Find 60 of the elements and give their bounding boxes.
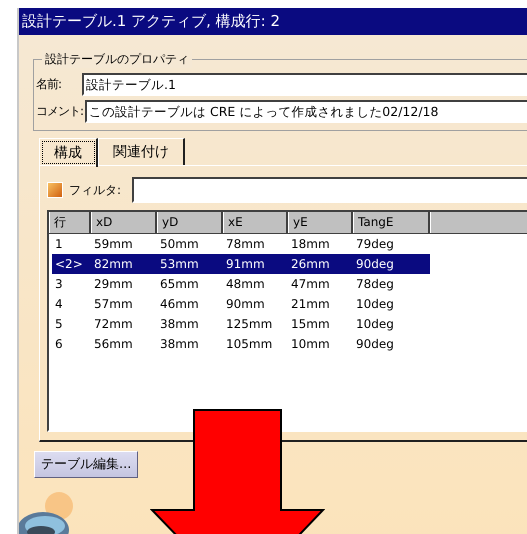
table-row[interactable]: 5 72mm 38mm 125mm 15mm 10deg <box>52 314 430 334</box>
table-cell-text: 6 <box>54 336 64 353</box>
table-row[interactable]: 4 57mm 46mm 90mm 21mm 10deg <box>52 294 430 314</box>
table-cell-text: 4 <box>54 296 64 313</box>
comment-field[interactable]: この設計テーブルは CRE によって作成されました02/12/18 <box>85 100 527 122</box>
table-cell-text: 90mm <box>225 296 266 313</box>
table-cell-text: 57mm <box>93 296 134 313</box>
window-title: 設計テーブル.1 アクティブ, 構成行: 2 <box>19 8 527 35</box>
table-cell-text: 10mm <box>290 336 331 353</box>
column-header[interactable]: xD <box>91 212 157 233</box>
table-cell-text: 26mm <box>290 256 331 273</box>
table-cell-text: 15mm <box>290 316 331 333</box>
table-cell-text: 78deg <box>355 276 395 293</box>
group-legend: 設計テーブルのプロパティ <box>42 50 192 68</box>
name-field[interactable]: 設計テーブル.1 <box>82 72 527 96</box>
table-cell-text: 38mm <box>159 316 200 333</box>
table-cell-text: 59mm <box>93 236 134 253</box>
filter-checkbox[interactable] <box>47 182 63 198</box>
table-cell-text: 38mm <box>159 336 200 353</box>
table-cell-text: 72mm <box>93 316 134 333</box>
column-header[interactable]: 行 <box>49 212 91 233</box>
table-cell-text: 82mm <box>93 256 134 273</box>
table-cell-text: 50mm <box>159 236 200 253</box>
column-header[interactable]: TangE <box>353 212 430 233</box>
table-cell-text: 105mm <box>225 336 274 353</box>
table-cell-text: 91mm <box>225 256 266 273</box>
table-row[interactable]: 1 59mm 50mm 78mm 18mm 79deg <box>52 234 430 254</box>
table-cell-text: 46mm <box>159 296 200 313</box>
table-cell-text: 90deg <box>355 336 395 353</box>
table-row[interactable]: 6 56mm 38mm 105mm 10mm 90deg <box>52 334 430 354</box>
table-row[interactable]: 3 29mm 65mm 48mm 47mm 78deg <box>52 274 430 294</box>
table-cell-text: 90deg <box>355 256 395 273</box>
table-cell-text: 10deg <box>355 316 395 333</box>
filter-field[interactable] <box>132 177 527 203</box>
table-cell-text: 5 <box>54 316 64 333</box>
table-cell-text: 21mm <box>290 296 331 313</box>
table-cell-text: 47mm <box>290 276 331 293</box>
table-cell-text: 79deg <box>355 236 395 253</box>
table-cell-text: <2> <box>54 256 84 273</box>
table-cell-text: 56mm <box>93 336 134 353</box>
column-header[interactable]: xE <box>223 212 288 233</box>
comment-label: コメント: <box>36 103 84 120</box>
table-cell-text: 65mm <box>159 276 200 293</box>
table-cell-text: 53mm <box>159 256 200 273</box>
table-cell-text: 29mm <box>93 276 134 293</box>
table-cell-text: 1 <box>54 236 64 253</box>
name-label: 名前: <box>36 76 62 93</box>
table-cell-text: 125mm <box>225 316 274 333</box>
column-header[interactable]: yE <box>288 212 353 233</box>
table-cell-text: 10deg <box>355 296 395 313</box>
tab[interactable]: 構成 <box>39 138 98 167</box>
table-row[interactable]: <2> 82mm 53mm 91mm 26mm 90deg <box>52 254 430 274</box>
table-cell-text: 78mm <box>225 236 266 253</box>
column-header[interactable]: yD <box>157 212 223 233</box>
edit-table-button[interactable]: テーブル編集... <box>34 451 138 478</box>
tab[interactable]: 関連付け <box>98 138 185 165</box>
filter-label: フィルタ: <box>69 182 122 199</box>
table-cell-text: 3 <box>54 276 64 293</box>
table-cell-text: 18mm <box>290 236 331 253</box>
table-cell-text: 48mm <box>225 276 266 293</box>
